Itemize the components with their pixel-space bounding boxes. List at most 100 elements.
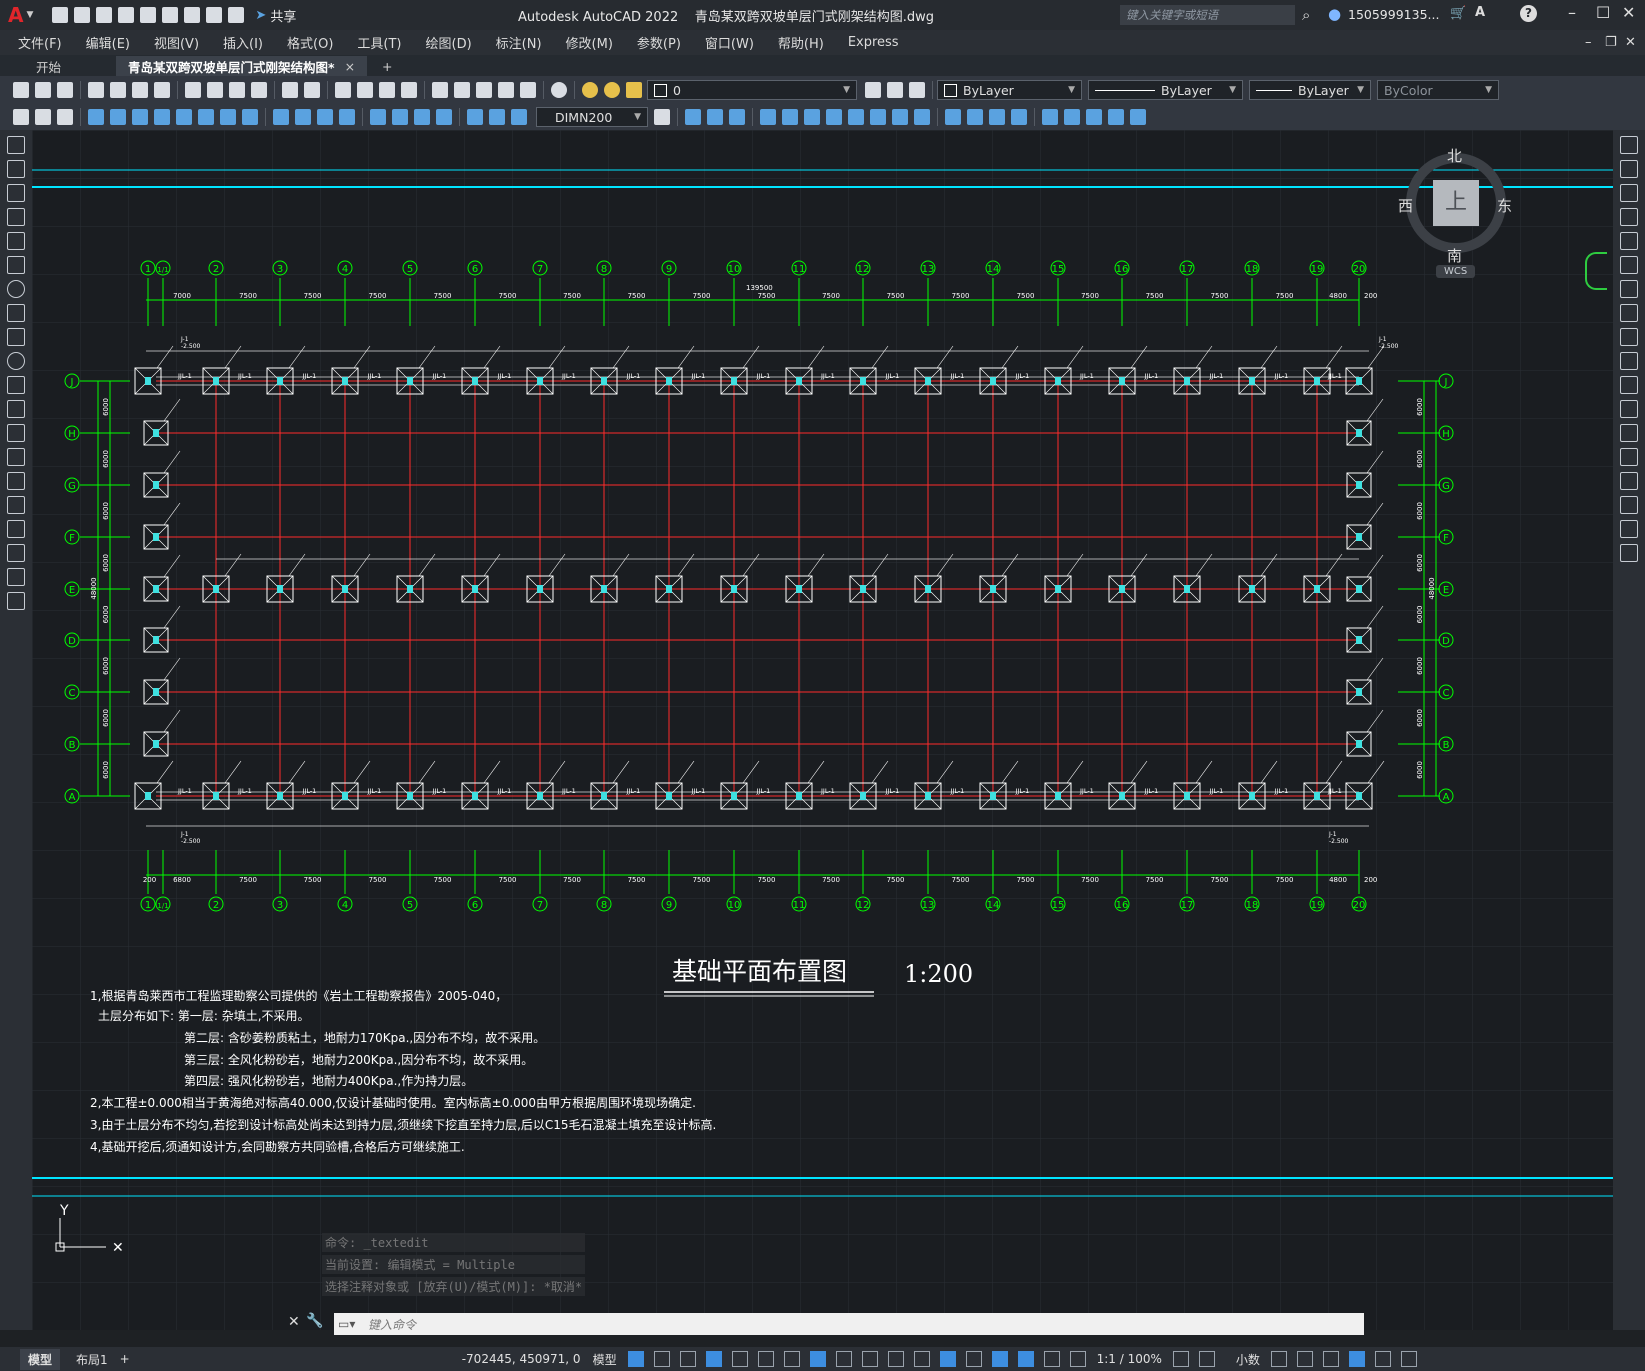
arc-length-icon[interactable] [132, 109, 148, 125]
calculator-icon[interactable] [520, 82, 536, 98]
revcloud-icon[interactable] [7, 304, 25, 322]
break-icon[interactable] [1620, 424, 1638, 442]
save-to-web-icon[interactable] [162, 7, 179, 23]
layer-previous-icon[interactable] [909, 82, 925, 98]
move-icon[interactable] [1620, 256, 1638, 274]
rotate-icon[interactable] [1620, 280, 1638, 298]
array-icon[interactable] [782, 109, 798, 125]
drawing-canvas[interactable]: JJL-1 JJL-1 JJL-1 JJL-1 JJL-1 JJL-1 JJL-1 JJL-1… [32, 130, 1613, 1330]
attribute-icon[interactable] [1130, 109, 1146, 125]
ordinate-icon[interactable] [154, 109, 170, 125]
menu-modify[interactable]: 修改(M) [554, 33, 625, 52]
menu-file[interactable]: 文件(F) [6, 33, 74, 52]
rotate-icon[interactable] [826, 109, 842, 125]
quick-dimension-icon[interactable] [273, 109, 289, 125]
units-dropdown[interactable]: 小数 [1230, 1351, 1266, 1368]
search-input[interactable]: 键入关键字或短语 [1120, 5, 1295, 25]
snap-icon[interactable] [653, 1351, 670, 1367]
publish-icon[interactable] [132, 82, 148, 98]
chamfer-icon[interactable] [1620, 472, 1638, 490]
infer-constraints-icon[interactable] [679, 1351, 696, 1367]
isodraft-icon[interactable] [757, 1351, 774, 1367]
offset-icon[interactable] [760, 109, 776, 125]
search-icon[interactable]: ⌕ [1302, 6, 1310, 24]
menu-draw[interactable]: 绘图(D) [414, 33, 484, 52]
layout-tab[interactable]: 布局1 [70, 1351, 114, 1368]
command-line-close-icon[interactable]: ✕ [288, 1314, 300, 1330]
sheet-set-icon[interactable] [498, 82, 514, 98]
ellipse-arc-icon[interactable] [7, 376, 25, 394]
dimspace-icon[interactable] [339, 109, 355, 125]
preview-icon[interactable] [110, 82, 126, 98]
table-icon[interactable] [7, 544, 25, 562]
object-snap-tracking-icon[interactable] [783, 1351, 800, 1367]
linetype-dropdown[interactable]: ByLayer ▼ [1088, 80, 1243, 100]
zoom-window-icon[interactable] [379, 82, 395, 98]
undo-icon[interactable] [206, 7, 223, 23]
scale-icon[interactable] [1620, 304, 1638, 322]
insert-block-icon[interactable] [7, 400, 25, 418]
join-icon[interactable] [967, 109, 983, 125]
open-file-icon[interactable] [74, 7, 91, 23]
menu-insert[interactable]: 插入(I) [211, 33, 275, 52]
mirror-icon[interactable] [729, 109, 745, 125]
transparency-icon[interactable] [861, 1351, 878, 1367]
gradient-icon[interactable] [7, 496, 25, 514]
extend-icon[interactable] [914, 109, 930, 125]
tab-close-icon[interactable]: × [345, 59, 355, 74]
inspection-icon[interactable] [414, 109, 430, 125]
annotation-scale[interactable]: 1:1 / 100% [1091, 1352, 1168, 1366]
menu-window[interactable]: 窗口(W) [693, 33, 766, 52]
annotation-monitor-icon[interactable] [1198, 1351, 1215, 1367]
ellipse-icon[interactable] [7, 352, 25, 370]
add-layout-button[interactable]: + [114, 1352, 136, 1366]
hatch-icon[interactable] [7, 472, 25, 490]
circle-icon[interactable] [7, 280, 25, 298]
jogged-icon[interactable] [198, 109, 214, 125]
copy-icon[interactable] [207, 82, 223, 98]
plot-icon[interactable] [184, 7, 201, 23]
extend-icon[interactable] [1620, 376, 1638, 394]
radius-icon[interactable] [176, 109, 192, 125]
region-icon[interactable] [7, 520, 25, 538]
offset-icon[interactable] [1620, 208, 1638, 226]
object-snap-icon[interactable] [809, 1351, 826, 1367]
share-button[interactable]: 共享 [270, 6, 296, 25]
layer-freeze-icon[interactable] [604, 82, 620, 98]
new-tab-button[interactable]: + [370, 56, 404, 76]
trim-icon[interactable] [892, 109, 908, 125]
center-mark-icon[interactable] [392, 109, 408, 125]
isolate-objects-icon[interactable] [1322, 1351, 1339, 1367]
help-icon[interactable] [551, 82, 567, 98]
share-icon[interactable]: ➤ [255, 8, 266, 23]
new-file-icon[interactable] [52, 7, 69, 23]
zoom-realtime-icon[interactable] [357, 82, 373, 98]
point-icon[interactable] [7, 448, 25, 466]
erase-icon[interactable] [685, 109, 701, 125]
quick-properties-icon[interactable] [1270, 1351, 1287, 1367]
selection-cycling-icon[interactable] [887, 1351, 904, 1367]
menu-express[interactable]: Express [836, 35, 911, 50]
break-at-point-icon[interactable] [1620, 400, 1638, 418]
construction-line-icon[interactable] [7, 160, 25, 178]
bring-front-icon[interactable] [35, 109, 51, 125]
make-current-layer-icon[interactable] [887, 82, 903, 98]
app-menu-chevron-icon[interactable]: ▼ [26, 10, 33, 20]
linear-dimension-icon[interactable] [88, 109, 104, 125]
fillet-icon[interactable] [1620, 496, 1638, 514]
lineweight-dropdown[interactable]: ByLayer ▼ [1249, 80, 1371, 100]
close-button[interactable]: ✕ [1622, 3, 1635, 22]
layer-on-icon[interactable] [582, 82, 598, 98]
diameter-icon[interactable] [220, 109, 236, 125]
menu-edit[interactable]: 编辑(E) [74, 33, 142, 52]
move-icon[interactable] [804, 109, 820, 125]
properties-icon[interactable] [432, 82, 448, 98]
mirror-icon[interactable] [1620, 184, 1638, 202]
layer-properties-icon[interactable] [865, 82, 881, 98]
qnew-icon[interactable] [13, 82, 29, 98]
auto-scale-icon[interactable] [1043, 1351, 1060, 1367]
zoom-previous-icon[interactable] [401, 82, 417, 98]
plot-icon[interactable] [88, 82, 104, 98]
open-icon[interactable] [35, 82, 51, 98]
menu-parametric[interactable]: 参数(P) [625, 33, 693, 52]
